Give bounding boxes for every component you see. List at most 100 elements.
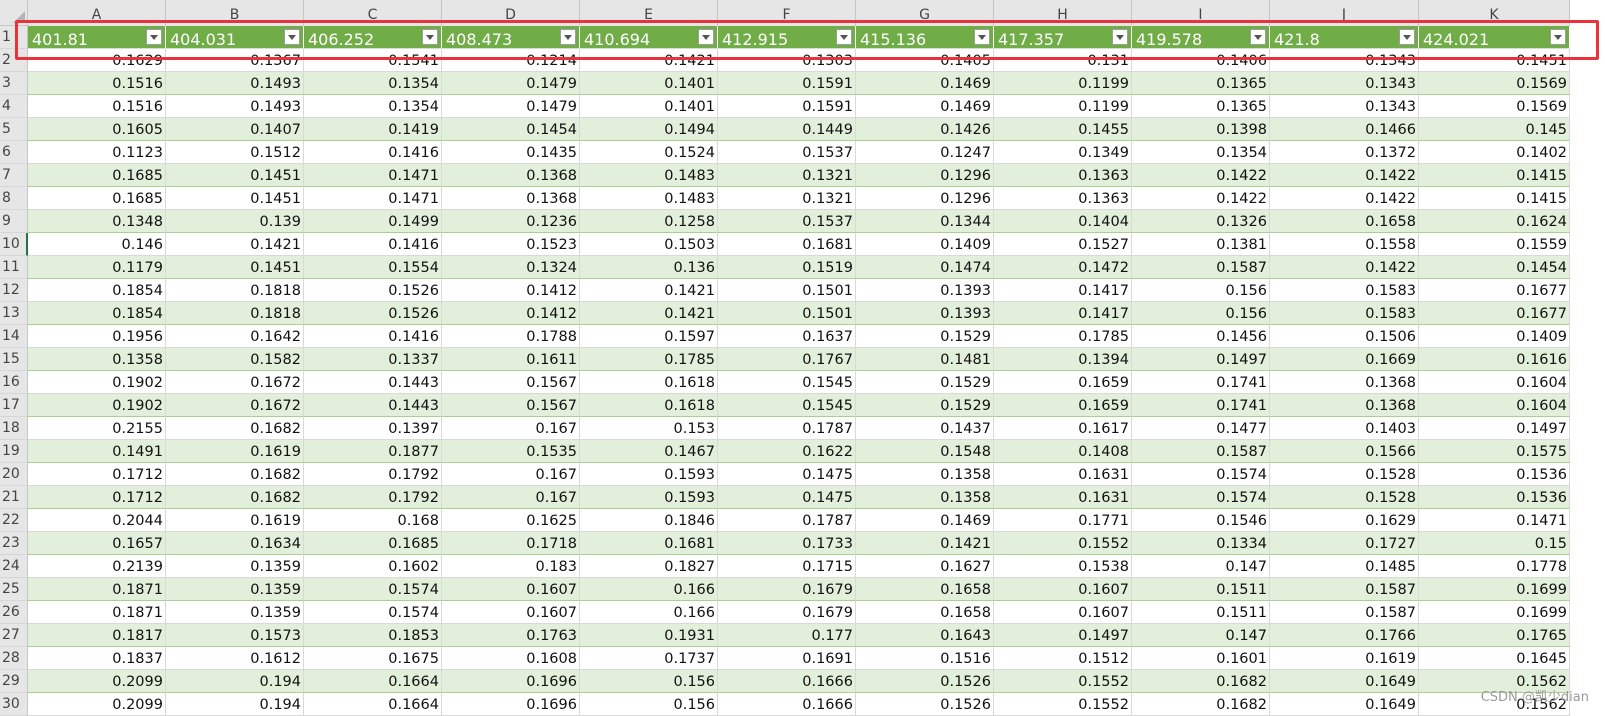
data-cell[interactable]: 0.1324 bbox=[442, 256, 580, 279]
data-cell[interactable]: 0.1236 bbox=[442, 210, 580, 233]
data-cell[interactable]: 0.1778 bbox=[1419, 555, 1570, 578]
data-cell[interactable]: 0.1559 bbox=[1419, 233, 1570, 256]
data-cell[interactable]: 0.1359 bbox=[166, 601, 304, 624]
data-cell[interactable]: 0.1629 bbox=[1270, 509, 1419, 532]
header-cell[interactable]: 410.694 bbox=[580, 26, 718, 49]
data-cell[interactable]: 0.1449 bbox=[718, 118, 856, 141]
data-cell[interactable]: 0.1785 bbox=[994, 325, 1132, 348]
data-cell[interactable]: 0.1696 bbox=[442, 693, 580, 716]
data-cell[interactable]: 0.1526 bbox=[304, 302, 442, 325]
row-header-26[interactable]: 26 bbox=[0, 601, 28, 624]
data-cell[interactable]: 0.167 bbox=[442, 463, 580, 486]
data-cell[interactable]: 0.15 bbox=[1419, 532, 1570, 555]
header-cell[interactable]: 406.252 bbox=[304, 26, 442, 49]
data-cell[interactable]: 0.1604 bbox=[1419, 394, 1570, 417]
data-cell[interactable]: 0.1877 bbox=[304, 440, 442, 463]
data-cell[interactable]: 0.1679 bbox=[718, 578, 856, 601]
data-cell[interactable]: 0.1516 bbox=[856, 647, 994, 670]
data-cell[interactable]: 0.1792 bbox=[304, 486, 442, 509]
data-cell[interactable]: 0.1631 bbox=[994, 486, 1132, 509]
data-cell[interactable]: 0.1497 bbox=[1132, 348, 1270, 371]
row-header-5[interactable]: 5 bbox=[0, 118, 28, 141]
filter-dropdown-icon[interactable] bbox=[1250, 29, 1266, 45]
data-cell[interactable]: 0.1669 bbox=[1270, 348, 1419, 371]
data-cell[interactable]: 0.1871 bbox=[28, 578, 166, 601]
data-cell[interactable]: 0.2155 bbox=[28, 417, 166, 440]
data-cell[interactable]: 0.1587 bbox=[1132, 256, 1270, 279]
data-cell[interactable]: 0.1765 bbox=[1419, 624, 1570, 647]
data-cell[interactable]: 0.1643 bbox=[856, 624, 994, 647]
column-header-c[interactable]: C bbox=[304, 0, 442, 26]
data-cell[interactable]: 0.156 bbox=[580, 693, 718, 716]
data-cell[interactable]: 0.1733 bbox=[718, 532, 856, 555]
data-cell[interactable]: 0.1409 bbox=[1419, 325, 1570, 348]
data-cell[interactable]: 0.131 bbox=[994, 49, 1132, 72]
data-cell[interactable]: 0.1537 bbox=[718, 141, 856, 164]
data-cell[interactable]: 0.1506 bbox=[1270, 325, 1419, 348]
data-cell[interactable]: 0.1677 bbox=[1419, 279, 1570, 302]
data-cell[interactable]: 0.1681 bbox=[718, 233, 856, 256]
data-cell[interactable]: 0.1494 bbox=[580, 118, 718, 141]
data-cell[interactable]: 0.1574 bbox=[1132, 486, 1270, 509]
data-cell[interactable]: 0.1451 bbox=[166, 164, 304, 187]
data-cell[interactable]: 0.1493 bbox=[166, 95, 304, 118]
data-cell[interactable]: 0.1467 bbox=[580, 440, 718, 463]
data-cell[interactable]: 0.1679 bbox=[718, 601, 856, 624]
data-cell[interactable]: 0.1501 bbox=[718, 279, 856, 302]
data-cell[interactable]: 0.1474 bbox=[856, 256, 994, 279]
row-header-18[interactable]: 18 bbox=[0, 417, 28, 440]
filter-dropdown-icon[interactable] bbox=[1112, 29, 1128, 45]
data-cell[interactable]: 0.1871 bbox=[28, 601, 166, 624]
row-header-25[interactable]: 25 bbox=[0, 578, 28, 601]
row-header-17[interactable]: 17 bbox=[0, 394, 28, 417]
data-cell[interactable]: 0.1657 bbox=[28, 532, 166, 555]
data-cell[interactable]: 0.1659 bbox=[994, 394, 1132, 417]
row-header-23[interactable]: 23 bbox=[0, 532, 28, 555]
data-cell[interactable]: 0.167 bbox=[442, 417, 580, 440]
data-cell[interactable]: 0.1493 bbox=[166, 72, 304, 95]
data-cell[interactable]: 0.1516 bbox=[28, 72, 166, 95]
data-cell[interactable]: 0.1466 bbox=[1270, 118, 1419, 141]
data-cell[interactable]: 0.1658 bbox=[856, 601, 994, 624]
data-cell[interactable]: 0.1421 bbox=[856, 532, 994, 555]
data-cell[interactable]: 0.166 bbox=[580, 578, 718, 601]
data-cell[interactable]: 0.1624 bbox=[1419, 210, 1570, 233]
column-header-b[interactable]: B bbox=[166, 0, 304, 26]
data-cell[interactable]: 0.1672 bbox=[166, 394, 304, 417]
data-cell[interactable]: 0.1358 bbox=[28, 348, 166, 371]
data-cell[interactable]: 0.2139 bbox=[28, 555, 166, 578]
data-cell[interactable]: 0.1475 bbox=[718, 463, 856, 486]
data-cell[interactable]: 0.1497 bbox=[994, 624, 1132, 647]
data-cell[interactable]: 0.1471 bbox=[1419, 509, 1570, 532]
header-cell[interactable]: 408.473 bbox=[442, 26, 580, 49]
data-cell[interactable]: 0.1682 bbox=[166, 463, 304, 486]
data-cell[interactable]: 0.1666 bbox=[718, 670, 856, 693]
data-cell[interactable]: 0.1349 bbox=[994, 141, 1132, 164]
row-header-30[interactable]: 30 bbox=[0, 693, 28, 716]
filter-dropdown-icon[interactable] bbox=[284, 29, 300, 45]
data-cell[interactable]: 0.1593 bbox=[580, 486, 718, 509]
data-cell[interactable]: 0.1607 bbox=[442, 578, 580, 601]
data-cell[interactable]: 0.1682 bbox=[1132, 670, 1270, 693]
header-cell[interactable]: 401.81 bbox=[28, 26, 166, 49]
data-cell[interactable]: 0.1365 bbox=[1132, 95, 1270, 118]
data-cell[interactable]: 0.1607 bbox=[994, 601, 1132, 624]
data-cell[interactable]: 0.1587 bbox=[1132, 440, 1270, 463]
data-cell[interactable]: 0.1381 bbox=[1132, 233, 1270, 256]
row-header-24[interactable]: 24 bbox=[0, 555, 28, 578]
row-header-8[interactable]: 8 bbox=[0, 187, 28, 210]
data-cell[interactable]: 0.1642 bbox=[166, 325, 304, 348]
data-cell[interactable]: 0.1616 bbox=[1419, 348, 1570, 371]
data-cell[interactable]: 0.1817 bbox=[28, 624, 166, 647]
data-cell[interactable]: 0.1415 bbox=[1419, 187, 1570, 210]
data-cell[interactable]: 0.1545 bbox=[718, 371, 856, 394]
data-cell[interactable]: 0.1763 bbox=[442, 624, 580, 647]
filter-dropdown-icon[interactable] bbox=[422, 29, 438, 45]
column-header-e[interactable]: E bbox=[580, 0, 718, 26]
data-cell[interactable]: 0.1604 bbox=[1419, 371, 1570, 394]
data-cell[interactable]: 0.1818 bbox=[166, 302, 304, 325]
data-cell[interactable]: 0.1618 bbox=[580, 394, 718, 417]
data-cell[interactable]: 0.1483 bbox=[580, 164, 718, 187]
data-cell[interactable]: 0.1528 bbox=[1270, 486, 1419, 509]
data-cell[interactable]: 0.1469 bbox=[856, 95, 994, 118]
